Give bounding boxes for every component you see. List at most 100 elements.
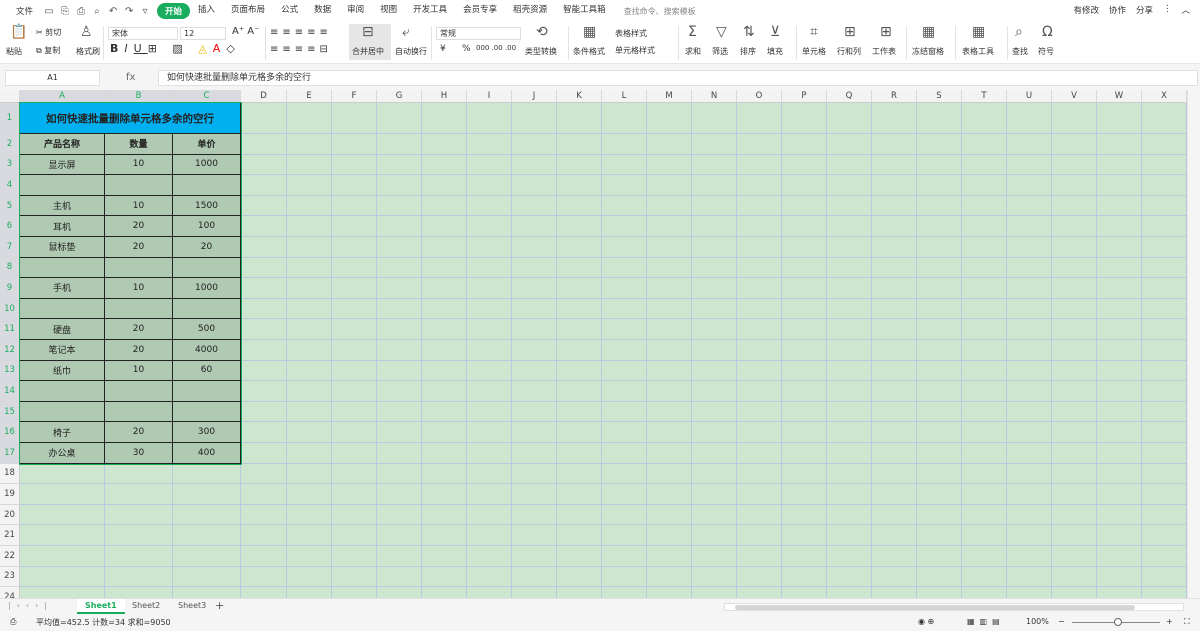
fullscreen-icon[interactable]: ⛶: [1184, 617, 1190, 627]
filter-icon[interactable]: ▽: [716, 24, 727, 40]
column-header[interactable]: C: [173, 90, 241, 103]
sort-button[interactable]: 排序: [740, 46, 756, 57]
row-header[interactable]: 4: [0, 175, 20, 196]
collapse-icon[interactable]: ︿: [1181, 4, 1190, 16]
table-cell[interactable]: [20, 298, 105, 320]
more-icon[interactable]: ▿: [138, 6, 152, 17]
column-header[interactable]: R: [872, 90, 917, 103]
table-cell[interactable]: [173, 257, 241, 279]
sheet-tab-1[interactable]: Sheet1: [77, 599, 125, 614]
sum-button[interactable]: 求和: [685, 46, 701, 57]
sheet-tab-3[interactable]: Sheet3: [178, 601, 206, 610]
more-menu-icon[interactable]: ⋮: [1163, 4, 1172, 16]
zoom-slider-handle[interactable]: [1114, 618, 1122, 626]
table-cell[interactable]: 办公桌: [20, 443, 105, 464]
font-size-select[interactable]: 12: [180, 27, 226, 40]
share-button[interactable]: 分享: [1136, 4, 1153, 16]
row-header[interactable]: 16: [0, 422, 20, 443]
eye-icon[interactable]: ◉ ⊕: [918, 617, 934, 626]
fx-icon[interactable]: fx: [126, 72, 135, 83]
freeze-button[interactable]: 冻结窗格: [912, 46, 944, 57]
table-header-cell[interactable]: 产品名称: [20, 134, 105, 155]
row-header[interactable]: 22: [0, 546, 20, 567]
menu-tab[interactable]: 会员专享: [455, 3, 505, 19]
table-header-cell[interactable]: 单价: [173, 134, 241, 155]
table-cell[interactable]: 1000: [173, 278, 241, 299]
vertical-scrollbar[interactable]: [1187, 90, 1200, 598]
row-header[interactable]: 8: [0, 257, 20, 279]
row-header[interactable]: 24: [0, 587, 20, 598]
table-cell[interactable]: [105, 175, 173, 196]
column-header[interactable]: J: [512, 90, 557, 103]
cond-format-icon[interactable]: ▦: [583, 24, 596, 40]
menu-tab[interactable]: 智能工具箱: [555, 3, 614, 19]
table-cell[interactable]: [20, 401, 105, 423]
table-cell[interactable]: 耳机: [20, 216, 105, 237]
changes-button[interactable]: 有修改: [1073, 4, 1099, 16]
row-header[interactable]: 14: [0, 381, 20, 402]
row-header[interactable]: 15: [0, 401, 20, 423]
row-header[interactable]: 3: [0, 154, 20, 176]
sheet-nav-icons[interactable]: |‹‹›|: [8, 601, 53, 610]
column-header[interactable]: A: [20, 90, 105, 103]
row-header[interactable]: 9: [0, 278, 20, 299]
paste-icon[interactable]: 📋: [10, 24, 27, 40]
table-tools-icon[interactable]: ▦: [972, 24, 985, 40]
table-cell[interactable]: 手机: [20, 278, 105, 299]
horizontal-scrollbar[interactable]: [724, 603, 1184, 611]
rowcol-icon[interactable]: ⊞: [844, 24, 856, 40]
table-cell[interactable]: 10: [105, 360, 173, 382]
format-painter-icon[interactable]: ♙: [80, 24, 93, 40]
column-header[interactable]: H: [422, 90, 467, 103]
export-icon[interactable]: ⎘: [58, 6, 72, 17]
table-tools-button[interactable]: 表格工具: [962, 46, 994, 57]
menu-tab[interactable]: 插入: [190, 3, 223, 19]
zoom-out-icon[interactable]: −: [1058, 617, 1065, 626]
column-header[interactable]: K: [557, 90, 602, 103]
column-header[interactable]: S: [917, 90, 962, 103]
align-buttons-2[interactable]: ≡≡≡≡⊟: [270, 44, 332, 55]
zoom-level[interactable]: 100%: [1026, 617, 1049, 626]
fill-button[interactable]: 填充: [767, 46, 783, 57]
column-header[interactable]: T: [962, 90, 1007, 103]
preview-icon[interactable]: ⌕: [90, 6, 104, 17]
symbol-icon[interactable]: Ω: [1042, 24, 1053, 40]
view-mode-icons[interactable]: ▦▥▤: [967, 617, 1005, 626]
table-cell[interactable]: 鼠标垫: [20, 237, 105, 258]
column-header[interactable]: P: [782, 90, 827, 103]
sum-icon[interactable]: Σ: [688, 24, 697, 40]
find-icon[interactable]: ⌕: [1015, 24, 1023, 40]
menu-tab[interactable]: 页面布局: [223, 3, 273, 19]
table-cell[interactable]: 10: [105, 195, 173, 217]
table-cell[interactable]: 20: [173, 237, 241, 258]
table-cell[interactable]: [173, 381, 241, 402]
percent-button[interactable]: %: [462, 44, 471, 54]
align-buttons[interactable]: ≡≡≡≡≡: [270, 27, 332, 38]
menu-tab[interactable]: 开始: [157, 3, 191, 19]
select-all-corner[interactable]: [0, 90, 20, 103]
table-cell[interactable]: 椅子: [20, 422, 105, 443]
table-cell[interactable]: 10: [105, 278, 173, 299]
column-header[interactable]: N: [692, 90, 737, 103]
cell-style-button[interactable]: 单元格样式: [615, 45, 655, 56]
table-cell[interactable]: 显示屏: [20, 154, 105, 176]
column-header[interactable]: V: [1052, 90, 1097, 103]
merge-button[interactable]: ⊟ 合并居中: [349, 24, 391, 60]
table-cell[interactable]: 20: [105, 216, 173, 237]
column-header[interactable]: W: [1097, 90, 1142, 103]
row-header[interactable]: 23: [0, 566, 20, 588]
table-cell[interactable]: 400: [173, 443, 241, 464]
paste-button[interactable]: 粘贴: [6, 46, 22, 57]
wrap-button[interactable]: 自动换行: [395, 46, 427, 57]
table-cell[interactable]: 10: [105, 154, 173, 176]
row-header[interactable]: 21: [0, 525, 20, 546]
cell-icon[interactable]: ⌗: [810, 24, 818, 40]
menu-file[interactable]: 文件: [8, 5, 41, 17]
table-cell[interactable]: [173, 401, 241, 423]
menu-tab[interactable]: 审阅: [339, 3, 372, 19]
table-cell[interactable]: [20, 257, 105, 279]
table-cell[interactable]: 20: [105, 319, 173, 340]
table-cell[interactable]: 笔记本: [20, 340, 105, 361]
table-cell[interactable]: 20: [105, 422, 173, 443]
row-header[interactable]: 18: [0, 463, 20, 485]
